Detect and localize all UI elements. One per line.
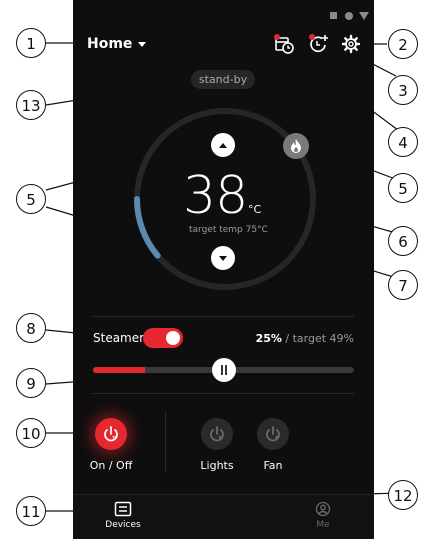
flame-icon bbox=[291, 139, 301, 153]
location-label: Home bbox=[87, 36, 133, 52]
lights-icon bbox=[210, 426, 224, 442]
gear-icon bbox=[341, 34, 361, 54]
lights-button[interactable] bbox=[201, 418, 233, 450]
tab-me[interactable]: Me bbox=[293, 501, 353, 530]
notification-dot bbox=[309, 34, 315, 40]
callout-11: 11 bbox=[16, 496, 46, 526]
callout-1: 1 bbox=[16, 28, 46, 58]
fan-icon bbox=[266, 426, 280, 442]
callout-5b: 5 bbox=[388, 173, 418, 203]
steamer-slider-handle[interactable] bbox=[212, 358, 236, 382]
settings-button[interactable] bbox=[341, 34, 363, 56]
power-steam-icon bbox=[104, 426, 118, 442]
person-icon bbox=[315, 501, 331, 517]
temperature-unit: °C bbox=[248, 203, 262, 216]
chevron-up-icon bbox=[219, 142, 227, 148]
status-triangle-icon bbox=[359, 12, 369, 20]
callout-3: 3 bbox=[388, 75, 418, 105]
callout-6: 6 bbox=[388, 226, 418, 256]
temp-up-button[interactable] bbox=[211, 133, 235, 157]
vertical-divider bbox=[165, 412, 166, 472]
callout-8: 8 bbox=[16, 313, 46, 343]
callout-10: 10 bbox=[16, 418, 46, 448]
callout-7: 7 bbox=[388, 270, 418, 300]
callout-2: 2 bbox=[388, 29, 418, 59]
target-temperature: target temp 75°C bbox=[189, 225, 268, 235]
chevron-down-icon bbox=[219, 255, 227, 261]
phone-screen: Home stand-by 38 °C target temp 75°C Ste… bbox=[73, 0, 374, 539]
notification-dot bbox=[274, 34, 280, 40]
fan-button[interactable] bbox=[257, 418, 289, 450]
power-label: On / Off bbox=[89, 459, 133, 472]
toggle-knob bbox=[166, 331, 180, 345]
status-square-icon bbox=[330, 12, 337, 19]
power-button[interactable] bbox=[95, 418, 127, 450]
steamer-toggle[interactable] bbox=[143, 328, 183, 348]
chevron-down-icon bbox=[138, 41, 147, 47]
tab-me-label: Me bbox=[316, 520, 330, 530]
temp-down-button[interactable] bbox=[211, 246, 235, 270]
callout-13: 13 bbox=[16, 90, 46, 120]
steamer-label: Steamer bbox=[93, 331, 145, 345]
callout-4: 4 bbox=[388, 127, 418, 157]
callout-5: 5 bbox=[16, 184, 46, 214]
timer-add-button[interactable] bbox=[308, 33, 330, 55]
status-circle-icon bbox=[345, 12, 353, 20]
status-pill: stand-by bbox=[191, 70, 255, 89]
steamer-target: / target 49% bbox=[281, 332, 354, 345]
current-temperature: 38 bbox=[183, 166, 248, 226]
steamer-slider-fill bbox=[93, 367, 145, 373]
steamer-percent: 25% bbox=[255, 332, 282, 345]
callout-9: 9 bbox=[16, 368, 46, 398]
callout-12: 12 bbox=[388, 480, 418, 510]
heating-indicator bbox=[283, 133, 309, 159]
location-dropdown[interactable]: Home bbox=[87, 36, 147, 52]
divider bbox=[93, 316, 354, 317]
steamer-level-text: 25% / target 49% bbox=[256, 332, 354, 345]
tab-devices-label: Devices bbox=[105, 520, 141, 530]
schedule-button[interactable] bbox=[274, 33, 296, 55]
temperature-arc bbox=[134, 196, 161, 259]
tab-devices[interactable]: Devices bbox=[93, 501, 153, 530]
devices-icon bbox=[114, 501, 132, 517]
fan-label: Fan bbox=[263, 459, 283, 472]
lights-label: Lights bbox=[200, 459, 234, 472]
divider bbox=[93, 393, 354, 394]
